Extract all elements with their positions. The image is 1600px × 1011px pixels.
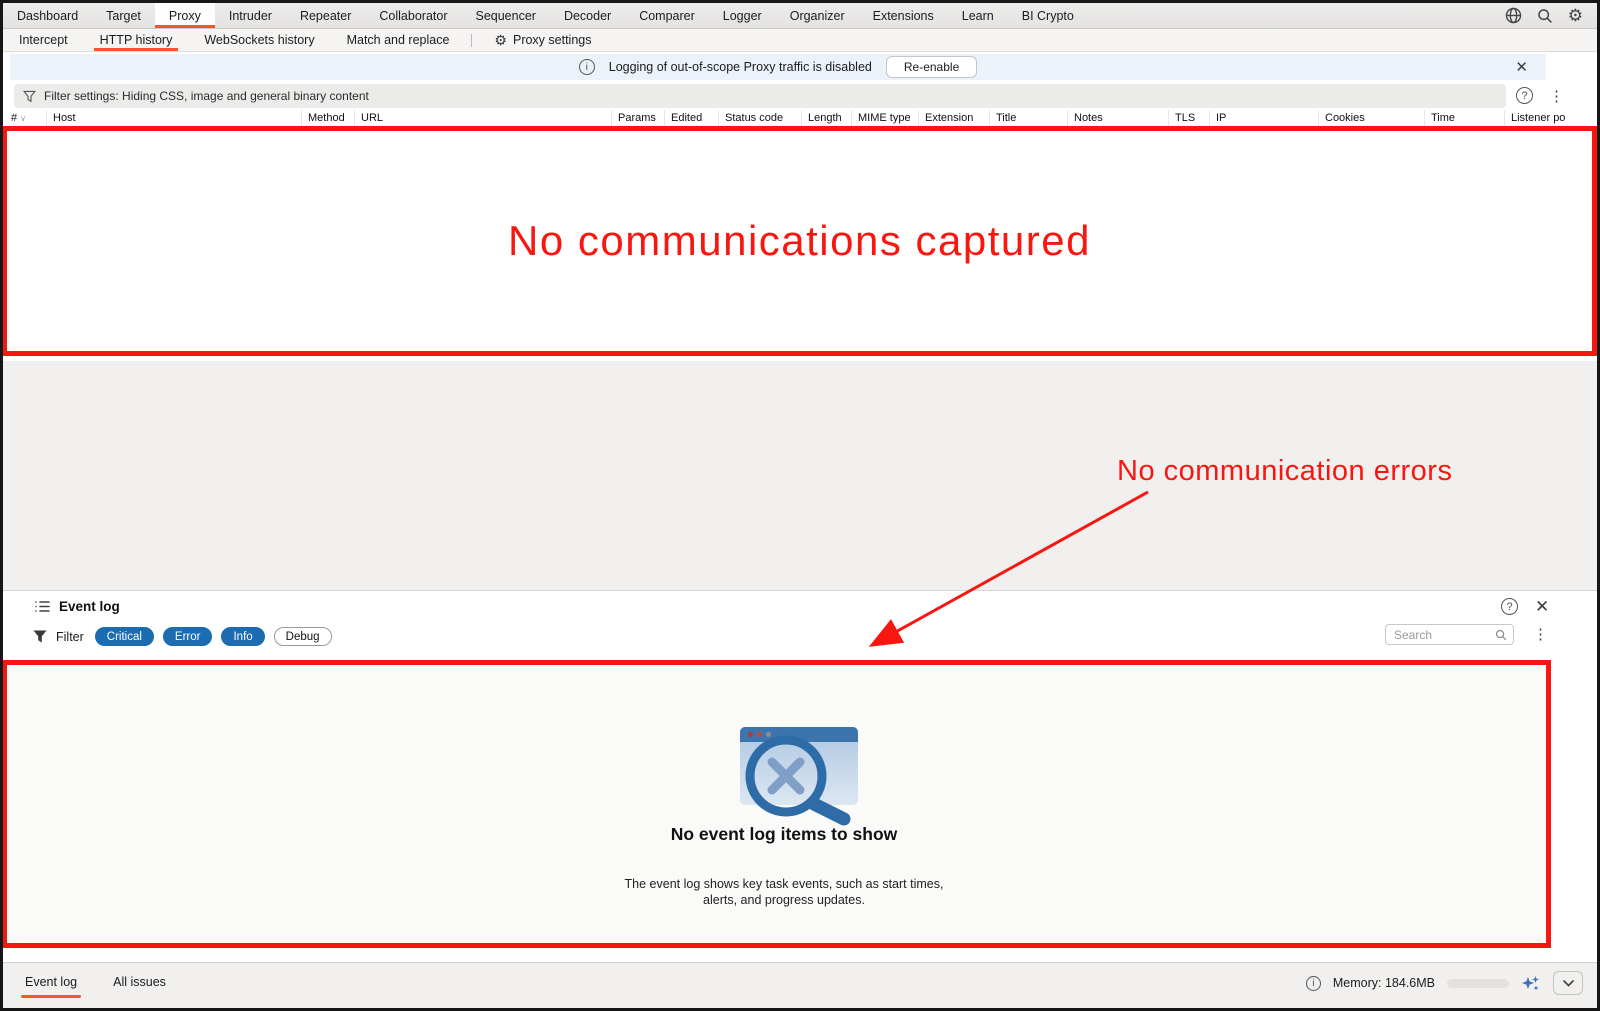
column-header-index[interactable]: # ∨ <box>3 110 47 126</box>
statusbar-tab-event-log[interactable]: Event log <box>23 969 79 998</box>
tab-repeater[interactable]: Repeater <box>286 3 365 28</box>
event-log-list-icon[interactable] <box>35 600 50 613</box>
event-log-search <box>1385 624 1514 645</box>
empty-state-magnifier-icon <box>700 720 900 840</box>
event-log-search-input[interactable] <box>1386 628 1495 642</box>
column-header-url[interactable]: URL <box>355 110 612 126</box>
tab-comparer[interactable]: Comparer <box>625 3 709 28</box>
tab-learn[interactable]: Learn <box>948 3 1008 28</box>
http-history-table-header: # ∨ Host Method URL Params Edited Status… <box>3 110 1597 126</box>
tab-collaborator[interactable]: Collaborator <box>365 3 461 28</box>
filter-funnel-icon <box>33 630 47 643</box>
settings-gear-icon[interactable]: ⚙ <box>1568 7 1583 24</box>
search-icon[interactable] <box>1537 8 1553 24</box>
tab-intruder[interactable]: Intruder <box>215 3 286 28</box>
status-bar: Event log All issues i Memory: 184.6MB <box>3 962 1597 1008</box>
subtab-match-and-replace[interactable]: Match and replace <box>331 29 466 51</box>
tab-proxy[interactable]: Proxy <box>155 3 215 28</box>
empty-state-line1: The event log shows key task events, suc… <box>484 876 1084 892</box>
help-icon[interactable]: ? <box>1516 87 1533 104</box>
tab-bi-crypto[interactable]: BI Crypto <box>1008 3 1088 28</box>
statusbar-tab-all-issues[interactable]: All issues <box>111 969 168 998</box>
column-header-params[interactable]: Params <box>612 110 665 126</box>
tab-extensions[interactable]: Extensions <box>859 3 948 28</box>
tab-sequencer[interactable]: Sequencer <box>461 3 549 28</box>
subtab-intercept[interactable]: Intercept <box>3 29 84 51</box>
ai-sparkles-icon[interactable] <box>1521 973 1541 993</box>
annotation-box-no-communications: No communications captured <box>2 126 1597 356</box>
column-header-tls[interactable]: TLS <box>1169 110 1210 126</box>
column-header-host[interactable]: Host <box>47 110 302 126</box>
burp-suite-window: Dashboard Target Proxy Intruder Repeater… <box>0 0 1600 1011</box>
event-log-filter-row: Filter Critical Error Info Debug <box>33 627 332 646</box>
filter-pill-critical[interactable]: Critical <box>95 627 154 646</box>
column-header-notes[interactable]: Notes <box>1068 110 1169 126</box>
column-header-listener-port[interactable]: Listener po <box>1505 110 1597 126</box>
re-enable-button[interactable]: Re-enable <box>886 56 977 78</box>
filter-pill-debug[interactable]: Debug <box>274 627 332 646</box>
tab-dashboard[interactable]: Dashboard <box>3 3 92 28</box>
subtab-proxy-settings-label: Proxy settings <box>513 33 592 47</box>
event-log-panel-header: Event log ? ✕ Filter Critical Error Info… <box>3 590 1597 662</box>
collapse-chevron-button[interactable] <box>1553 971 1583 995</box>
tab-target[interactable]: Target <box>92 3 155 28</box>
proxy-subtabs: Intercept HTTP history WebSockets histor… <box>3 29 1597 52</box>
subtab-divider <box>471 34 472 47</box>
tab-logger[interactable]: Logger <box>709 3 776 28</box>
search-icon <box>1495 629 1513 641</box>
kebab-menu-icon[interactable]: ⋮ <box>1549 89 1564 104</box>
filter-pill-error[interactable]: Error <box>163 627 213 646</box>
info-icon: i <box>579 59 595 75</box>
sort-chevron-icon: ∨ <box>20 114 26 123</box>
filter-pill-info[interactable]: Info <box>221 627 264 646</box>
column-header-length[interactable]: Length <box>802 110 852 126</box>
filter-settings-bar[interactable]: Filter settings: Hiding CSS, image and g… <box>14 84 1506 108</box>
column-header-ip[interactable]: IP <box>1210 110 1319 126</box>
column-header-title[interactable]: Title <box>990 110 1068 126</box>
column-header-extension[interactable]: Extension <box>919 110 990 126</box>
event-log-kebab-icon[interactable]: ⋮ <box>1533 627 1548 642</box>
empty-state-description: The event log shows key task events, suc… <box>484 876 1084 908</box>
banner-close-icon[interactable]: ✕ <box>1515 58 1528 76</box>
main-menubar: Dashboard Target Proxy Intruder Repeater… <box>3 3 1597 29</box>
column-header-status-code[interactable]: Status code <box>719 110 802 126</box>
gear-icon: ⚙ <box>494 32 507 49</box>
memory-info-icon: i <box>1306 976 1321 991</box>
subtab-proxy-settings[interactable]: ⚙ Proxy settings <box>478 29 607 51</box>
memory-gauge <box>1447 979 1509 988</box>
banner-message: Logging of out-of-scope Proxy traffic is… <box>609 60 872 74</box>
column-header-edited[interactable]: Edited <box>665 110 719 126</box>
column-header-mime-type[interactable]: MIME type <box>852 110 919 126</box>
annotation-text-captured: No communications captured <box>508 217 1091 265</box>
event-log-help-icon[interactable]: ? <box>1501 598 1518 615</box>
tab-decoder[interactable]: Decoder <box>550 3 625 28</box>
annotation-text-errors: No communication errors <box>1117 455 1452 488</box>
subtab-websockets-history[interactable]: WebSockets history <box>188 29 330 51</box>
tab-organizer[interactable]: Organizer <box>776 3 859 28</box>
event-log-close-icon[interactable]: ✕ <box>1535 597 1549 617</box>
filter-settings-label: Filter settings: Hiding CSS, image and g… <box>44 89 369 103</box>
filter-label: Filter <box>56 630 84 644</box>
scope-logging-banner: i Logging of out-of-scope Proxy traffic … <box>10 54 1546 80</box>
empty-state-line2: alerts, and progress updates. <box>484 892 1084 908</box>
column-header-method[interactable]: Method <box>302 110 355 126</box>
funnel-icon <box>23 90 36 103</box>
subtab-http-history[interactable]: HTTP history <box>84 29 189 51</box>
memory-label: Memory: 184.6MB <box>1333 976 1435 990</box>
browser-globe-icon[interactable] <box>1505 7 1522 24</box>
column-header-time[interactable]: Time <box>1425 110 1505 126</box>
event-log-title: Event log <box>59 599 120 614</box>
column-header-cookies[interactable]: Cookies <box>1319 110 1425 126</box>
